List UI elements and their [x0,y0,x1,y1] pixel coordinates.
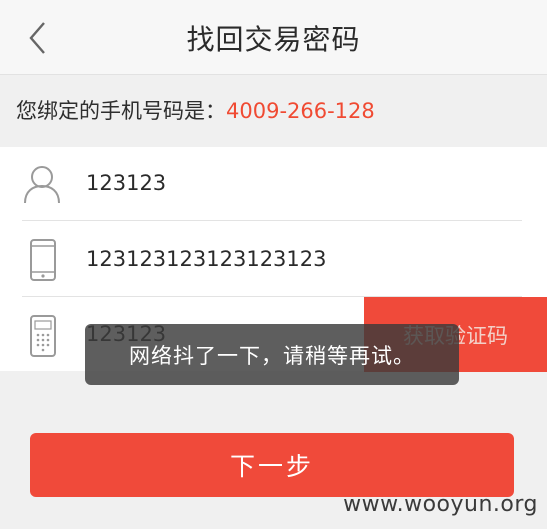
phone-field[interactable]: 123123123123123123 [86,247,327,271]
divider [22,220,522,221]
bound-phone-number: 4009-266-128 [226,99,375,123]
bound-phone-label: 您绑定的手机号码是： [16,99,226,123]
watermark: www.wooyun.org [343,492,538,517]
next-step-button[interactable]: 下一步 [30,433,514,497]
phone-row[interactable]: 123123123123123123 [0,222,547,297]
app-header: 找回交易密码 [0,0,547,75]
mobile-phone-icon [30,239,56,285]
keypad-phone-icon [30,315,56,361]
user-icon [22,164,62,208]
bound-phone-info: 您绑定的手机号码是：4009-266-128 [16,95,375,125]
network-error-toast: 网络抖了一下，请稍等再试。 [85,324,459,385]
username-field[interactable]: 123123 [86,171,166,195]
username-row[interactable]: 123123 [0,147,547,222]
page-title: 找回交易密码 [186,23,361,56]
